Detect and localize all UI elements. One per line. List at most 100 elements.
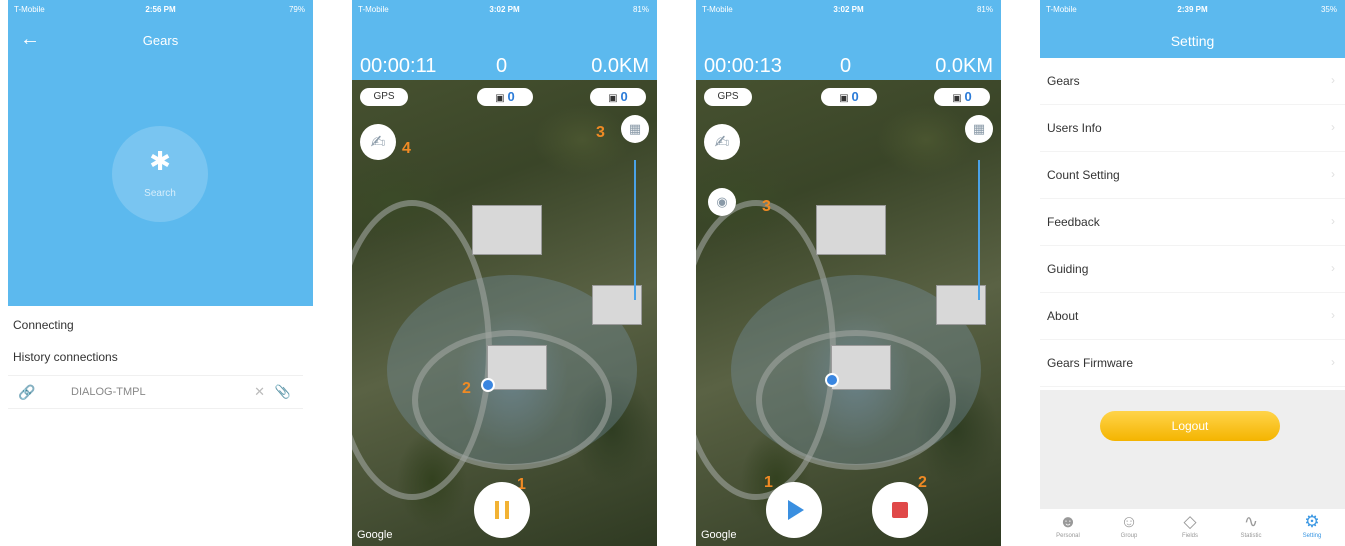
pause-icon (495, 501, 509, 519)
connecting-label: Connecting (13, 318, 74, 332)
search-button[interactable]: ✱ Search (112, 126, 208, 222)
bluetooth-icon: ✱ (149, 146, 171, 176)
status-bar: T-Mobile 3:02 PM 81% (352, 0, 657, 20)
logout-button[interactable]: Logout (1100, 411, 1280, 441)
status-bar: T-Mobile 2:39 PM 35% (1040, 0, 1345, 20)
setting-label: Count Setting (1047, 168, 1120, 182)
link-icon: 🔗 (18, 384, 36, 400)
chevron-right-icon: › (1331, 120, 1335, 134)
setting-item-guiding[interactable]: Guiding › (1040, 246, 1345, 293)
battery: 79% (288, 5, 305, 14)
location-dot (481, 378, 495, 392)
setting-label: Gears (1047, 74, 1080, 88)
chevron-right-icon: › (1331, 261, 1335, 275)
stats-header: T-Mobile 3:02 PM 81% 00:00:13 0 0.0KM (696, 0, 1001, 80)
logout-area: Logout (1040, 390, 1345, 508)
gear-icon: ⚙ (1304, 512, 1320, 531)
tab-label: Personal (1056, 533, 1080, 539)
chevron-right-icon: › (1331, 167, 1335, 181)
camera-icon[interactable]: ◉ (708, 188, 736, 216)
chevron-right-icon: › (1331, 355, 1335, 369)
setting-label: Feedback (1047, 215, 1100, 229)
count-pill: ▣ 0 (821, 88, 877, 106)
elapsed-timer: 00:00:13 (704, 55, 782, 77)
map-attribution: Google (357, 529, 393, 541)
setting-item-count-setting[interactable]: Count Setting › (1040, 152, 1345, 199)
search-label: Search (144, 188, 176, 199)
tab-setting[interactable]: ⚙ Setting (1287, 511, 1337, 539)
pill-value: 0 (964, 89, 972, 104)
battery: 81% (632, 5, 649, 14)
signature-icon[interactable]: ✍ (360, 124, 396, 160)
status-bar: T-Mobile 2:56 PM 79% (8, 0, 313, 20)
satellite-map[interactable] (352, 0, 657, 546)
clip-icon[interactable]: 📎 (275, 384, 291, 400)
statistic-icon: ∿ (1243, 512, 1259, 531)
distance-value: 0.0KM (591, 55, 649, 77)
map-layers-icon[interactable]: ▦ (621, 115, 649, 143)
setting-item-gears[interactable]: Gears › (1040, 58, 1345, 105)
pill-value: 0 (620, 89, 628, 104)
setting-header: T-Mobile 2:39 PM 35% Setting (1040, 0, 1345, 58)
building (831, 345, 891, 390)
photo-count-pill: ▣ 0 (934, 88, 990, 106)
tracking-screen-running: T-Mobile 3:02 PM 81% 00:00:11 0 0.0KM GP… (352, 0, 657, 546)
setting-item-feedback[interactable]: Feedback › (1040, 199, 1345, 246)
play-icon (788, 500, 804, 520)
gears-screen: T-Mobile 2:56 PM 79% ← Gears ✱ Search Co… (8, 0, 313, 546)
gps-signal-pill: GPS (360, 88, 408, 106)
setting-item-gears-firmware[interactable]: Gears Firmware › (1040, 340, 1345, 387)
tracking-screen-paused: T-Mobile 3:02 PM 81% 00:00:13 0 0.0KM GP… (696, 0, 1001, 546)
map-layers-icon[interactable]: ▦ (965, 115, 993, 143)
chevron-right-icon: › (1331, 73, 1335, 87)
tab-statistic[interactable]: ∿ Statistic (1226, 511, 1276, 539)
setting-screen: T-Mobile 2:39 PM 35% Setting Gears › User… (1040, 0, 1345, 546)
gps-signal-pill: GPS (704, 88, 752, 106)
history-device-item[interactable]: 🔗 DIALOG-TMPL ✕ 📎 (8, 375, 303, 409)
marker-label: 2 (918, 474, 927, 491)
distance-value: 0.0KM (935, 55, 993, 77)
map-attribution: Google (701, 529, 737, 541)
setting-item-about[interactable]: About › (1040, 293, 1345, 340)
gps-label: GPS (373, 91, 395, 102)
person-icon: ☻ (1059, 512, 1077, 531)
bottom-tab-bar: ☻ Personal ☺ Group ◇ Fields ∿ Statistic ⚙ Set… (1040, 508, 1345, 546)
signature-icon[interactable]: ✍ (704, 124, 740, 160)
history-heading: History connections (13, 350, 118, 364)
gears-header: T-Mobile 2:56 PM 79% ← Gears ✱ Search (8, 0, 313, 306)
setting-label: Users Info (1047, 121, 1102, 135)
building (487, 345, 547, 390)
battery: 81% (976, 5, 993, 14)
tab-label: Statistic (1240, 533, 1262, 539)
building (472, 205, 542, 255)
tab-label: Fields (1181, 533, 1198, 539)
fields-icon: ◇ (1183, 512, 1197, 531)
gps-label: GPS (717, 91, 739, 102)
marker-label: 2 (462, 380, 471, 397)
tab-group[interactable]: ☺ Group (1104, 511, 1154, 539)
building (816, 205, 886, 255)
tab-personal[interactable]: ☻ Personal (1043, 511, 1093, 539)
play-button[interactable] (766, 482, 822, 538)
count-value: 0 (496, 55, 508, 77)
setting-label: Gears Firmware (1047, 356, 1134, 370)
satellite-map[interactable] (696, 0, 1001, 546)
status-bar: T-Mobile 3:02 PM 81% (696, 0, 1001, 20)
photo-count-pill: ▣ 0 (590, 88, 646, 106)
pill-value: 0 (507, 89, 515, 104)
gps-track (978, 160, 980, 300)
setting-item-users-info[interactable]: Users Info › (1040, 105, 1345, 152)
pause-button[interactable] (474, 482, 530, 538)
pill-value: 0 (851, 89, 859, 104)
marker-label: 4 (402, 140, 411, 157)
tab-label: Setting (1302, 533, 1322, 539)
group-icon: ☺ (1120, 512, 1138, 531)
tab-label: Group (1120, 533, 1138, 539)
device-name: DIALOG-TMPL (71, 386, 146, 398)
tab-fields[interactable]: ◇ Fields (1165, 511, 1215, 539)
location-dot (825, 373, 839, 387)
close-icon[interactable]: ✕ (254, 384, 265, 400)
chevron-right-icon: › (1331, 214, 1335, 228)
setting-label: About (1047, 309, 1079, 323)
status-time: 2:56 PM (145, 5, 176, 14)
